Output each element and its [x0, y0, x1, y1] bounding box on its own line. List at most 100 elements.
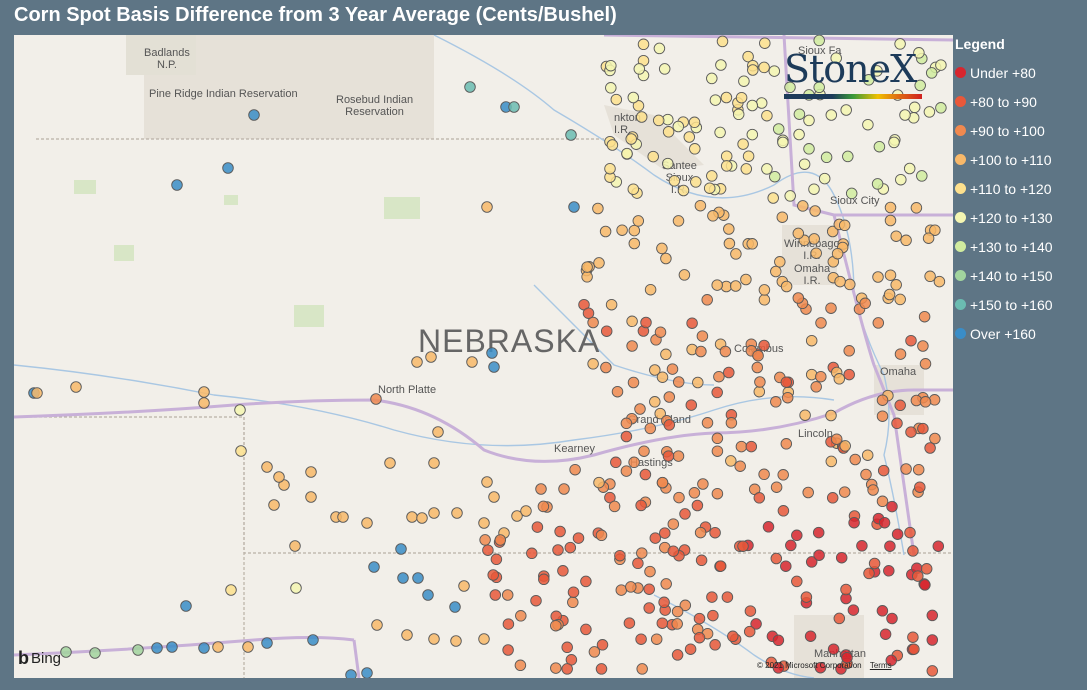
basis-marker[interactable]: [620, 417, 633, 430]
basis-marker[interactable]: [345, 669, 357, 678]
basis-marker[interactable]: [671, 649, 684, 661]
basis-marker[interactable]: [535, 483, 547, 495]
basis-marker[interactable]: [812, 526, 825, 539]
basis-marker[interactable]: [908, 643, 920, 655]
basis-marker[interactable]: [843, 345, 855, 357]
basis-marker[interactable]: [656, 476, 669, 489]
basis-marker[interactable]: [725, 455, 737, 467]
basis-marker[interactable]: [635, 499, 647, 512]
bing-attribution[interactable]: b Bing: [18, 648, 61, 669]
basis-marker[interactable]: [808, 183, 820, 195]
basis-marker[interactable]: [734, 460, 746, 472]
basis-marker[interactable]: [753, 492, 766, 504]
basis-marker[interactable]: [425, 351, 437, 363]
basis-marker[interactable]: [774, 256, 786, 268]
basis-marker[interactable]: [914, 481, 926, 493]
basis-marker[interactable]: [652, 114, 665, 127]
basis-marker[interactable]: [478, 633, 490, 645]
basis-marker[interactable]: [759, 37, 771, 49]
basis-marker[interactable]: [694, 526, 707, 539]
basis-marker[interactable]: [720, 91, 733, 104]
basis-marker[interactable]: [640, 316, 652, 329]
basis-marker[interactable]: [725, 417, 738, 429]
basis-marker[interactable]: [621, 147, 633, 160]
basis-marker[interactable]: [876, 605, 889, 617]
basis-marker[interactable]: [730, 248, 742, 260]
basis-marker[interactable]: [772, 123, 785, 135]
basis-marker[interactable]: [248, 109, 260, 121]
basis-marker[interactable]: [605, 82, 617, 94]
basis-marker[interactable]: [740, 273, 752, 286]
basis-marker[interactable]: [721, 591, 734, 603]
basis-marker[interactable]: [554, 525, 566, 538]
basis-marker[interactable]: [526, 547, 538, 560]
basis-marker[interactable]: [820, 151, 833, 164]
basis-marker[interactable]: [737, 138, 749, 150]
basis-marker[interactable]: [694, 199, 707, 212]
basis-marker[interactable]: [715, 59, 727, 71]
basis-marker[interactable]: [815, 317, 827, 329]
legend-item[interactable]: +140 to +150: [955, 261, 1085, 290]
basis-marker[interactable]: [900, 463, 912, 475]
basis-marker[interactable]: [686, 317, 698, 329]
basis-marker[interactable]: [615, 584, 628, 596]
basis-marker[interactable]: [478, 517, 490, 529]
basis-marker[interactable]: [466, 356, 478, 368]
basis-marker[interactable]: [671, 605, 684, 618]
basis-marker[interactable]: [876, 394, 889, 406]
basis-marker[interactable]: [792, 227, 805, 240]
basis-marker[interactable]: [720, 160, 733, 172]
basis-marker[interactable]: [859, 297, 871, 310]
basis-marker[interactable]: [663, 419, 676, 431]
basis-marker[interactable]: [627, 183, 640, 195]
basis-marker[interactable]: [368, 561, 380, 573]
basis-marker[interactable]: [663, 391, 676, 403]
legend-item[interactable]: +150 to +160: [955, 290, 1085, 319]
legend-item[interactable]: +120 to +130: [955, 203, 1085, 232]
basis-marker[interactable]: [592, 202, 604, 215]
basis-marker[interactable]: [488, 361, 500, 373]
basis-marker[interactable]: [792, 292, 805, 304]
basis-marker[interactable]: [916, 170, 928, 182]
basis-marker[interactable]: [860, 468, 872, 481]
basis-marker[interactable]: [620, 430, 633, 443]
basis-marker[interactable]: [490, 553, 503, 566]
basis-marker[interactable]: [834, 275, 846, 288]
basis-marker[interactable]: [561, 663, 573, 675]
basis-marker[interactable]: [412, 572, 424, 584]
basis-marker[interactable]: [703, 182, 716, 194]
legend-item[interactable]: +80 to +90: [955, 87, 1085, 116]
basis-marker[interactable]: [494, 534, 507, 546]
basis-marker[interactable]: [758, 339, 770, 352]
basis-marker[interactable]: [564, 541, 577, 554]
basis-marker[interactable]: [706, 591, 718, 603]
basis-marker[interactable]: [370, 393, 382, 405]
basis-marker[interactable]: [667, 545, 680, 557]
basis-marker[interactable]: [605, 298, 618, 311]
basis-marker[interactable]: [768, 65, 781, 77]
basis-marker[interactable]: [488, 491, 500, 503]
basis-marker[interactable]: [878, 516, 891, 529]
basis-marker[interactable]: [337, 511, 349, 523]
basis-marker[interactable]: [690, 176, 702, 188]
basis-marker[interactable]: [758, 468, 770, 481]
basis-marker[interactable]: [744, 605, 757, 617]
basis-marker[interactable]: [844, 278, 856, 291]
basis-marker[interactable]: [658, 596, 670, 609]
basis-marker[interactable]: [644, 283, 657, 296]
basis-marker[interactable]: [697, 478, 709, 490]
basis-marker[interactable]: [867, 484, 879, 496]
basis-marker[interactable]: [849, 453, 861, 466]
basis-marker[interactable]: [701, 294, 713, 306]
map-panel[interactable]: NEBRASKA Badlands N.P. Pine Ridge Indian…: [14, 35, 953, 678]
basis-marker[interactable]: [746, 99, 759, 112]
basis-marker[interactable]: [917, 422, 929, 435]
basis-marker[interactable]: [654, 326, 667, 338]
basis-marker[interactable]: [780, 560, 792, 572]
basis-marker[interactable]: [770, 552, 783, 565]
basis-marker[interactable]: [707, 609, 719, 622]
basis-marker[interactable]: [502, 644, 514, 656]
basis-marker[interactable]: [711, 279, 723, 291]
basis-marker[interactable]: [489, 589, 502, 601]
basis-marker[interactable]: [920, 563, 933, 575]
